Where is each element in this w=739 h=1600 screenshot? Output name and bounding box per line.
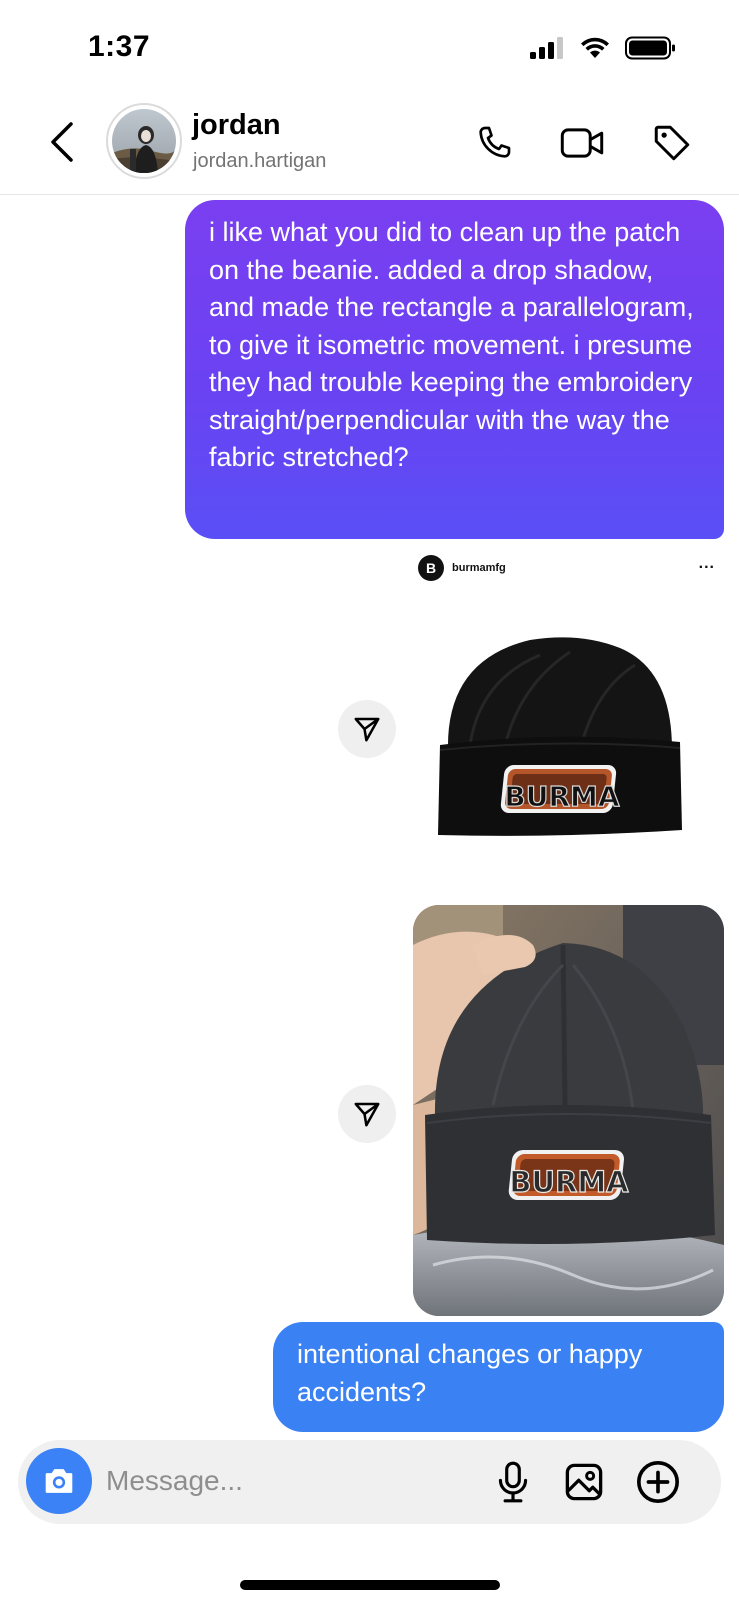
- shared-post-avatar[interactable]: B: [418, 555, 444, 581]
- contact-display-name[interactable]: jordan: [192, 109, 281, 142]
- microphone-icon: [498, 1461, 528, 1503]
- beanie-patch-text: BURMA: [504, 780, 620, 813]
- gallery-button[interactable]: [558, 1456, 610, 1508]
- battery-icon: [625, 36, 675, 60]
- black-beanie-product-photo[interactable]: BURMA: [410, 600, 715, 860]
- gray-beanie-in-hand-photo[interactable]: BURMA: [413, 905, 724, 1316]
- contact-username[interactable]: jordan.hartigan: [193, 150, 326, 173]
- camera-button[interactable]: [26, 1448, 92, 1514]
- status-time: 1:37: [88, 30, 151, 63]
- beanie-patch-text: BURMA: [509, 1165, 629, 1199]
- video-call-button[interactable]: [558, 119, 606, 167]
- more-actions-button[interactable]: [632, 1456, 684, 1508]
- shared-post[interactable]: B burmamfg ... BURMA: [410, 545, 715, 875]
- more-options-icon[interactable]: ...: [699, 555, 715, 573]
- shared-post-username[interactable]: burmamfg: [452, 562, 506, 574]
- cellular-signal-icon: [530, 37, 563, 59]
- chevron-left-icon: [51, 122, 73, 162]
- phone-icon: [479, 126, 511, 158]
- avatar[interactable]: [106, 103, 182, 179]
- share-button[interactable]: [338, 1085, 396, 1143]
- message-bubble-outgoing[interactable]: i like what you did to clean up the patc…: [185, 200, 724, 539]
- image-gallery-icon: [565, 1463, 603, 1501]
- message-input[interactable]: [106, 1458, 486, 1504]
- chat-header: jordan jordan.hartigan: [0, 95, 739, 195]
- wifi-icon: [581, 37, 609, 58]
- camera-icon: [45, 1469, 73, 1493]
- call-button[interactable]: [470, 119, 518, 167]
- back-button[interactable]: [44, 117, 80, 167]
- message-composer: [18, 1440, 721, 1524]
- plus-circle-icon: [637, 1461, 679, 1503]
- avatar-photo: [112, 109, 176, 173]
- status-icons: [529, 36, 677, 60]
- message-bubble-outgoing[interactable]: intentional changes or happy accidents?: [273, 1322, 724, 1432]
- send-icon: [354, 1102, 380, 1127]
- home-indicator[interactable]: [240, 1580, 500, 1590]
- voice-message-button[interactable]: [487, 1456, 539, 1508]
- tag-icon: [654, 125, 690, 161]
- video-camera-icon: [560, 128, 604, 158]
- shared-post-header: B burmamfg ...: [410, 553, 715, 583]
- status-bar: 1:37: [0, 0, 739, 95]
- tag-button[interactable]: [648, 119, 696, 167]
- send-icon: [354, 717, 380, 742]
- share-button[interactable]: [338, 700, 396, 758]
